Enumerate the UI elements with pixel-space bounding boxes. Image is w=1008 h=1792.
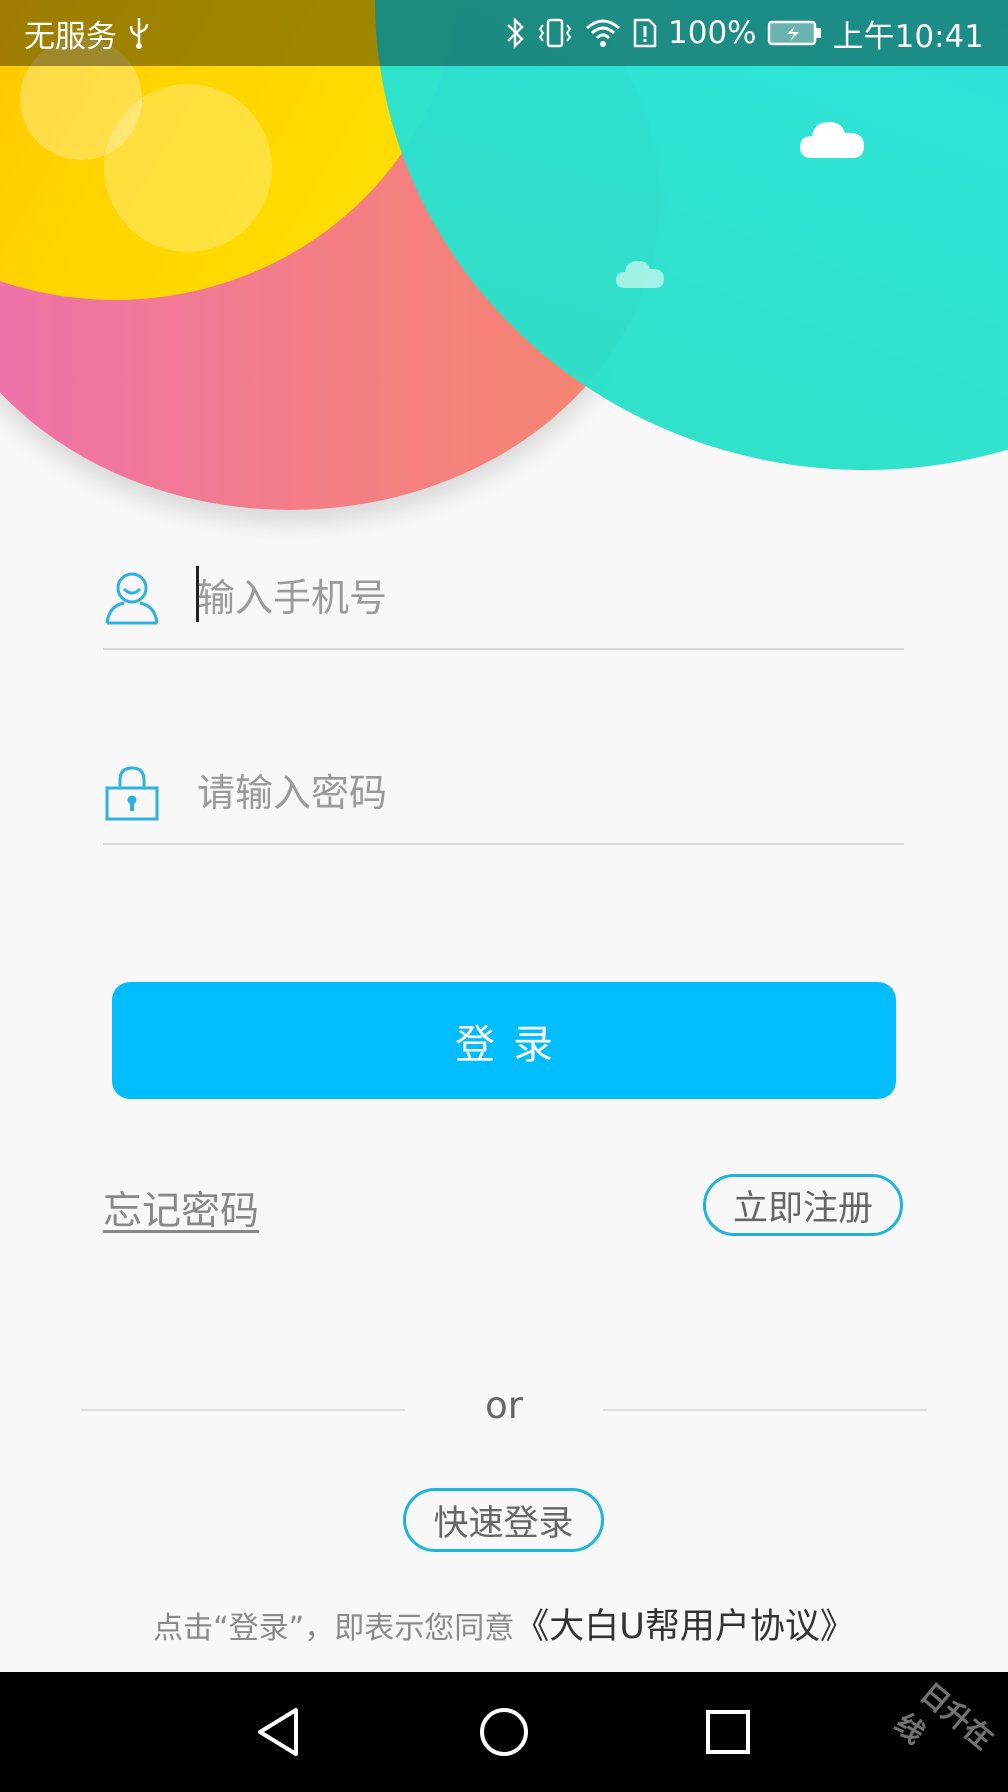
- light-bubble: [104, 84, 272, 252]
- home-button[interactable]: [468, 1696, 540, 1768]
- sim-alert-icon: [633, 18, 657, 48]
- navigation-bar: [0, 1672, 1008, 1792]
- back-button[interactable]: [244, 1696, 316, 1768]
- recent-square-icon: [706, 1710, 750, 1754]
- carrier-text: 无服务: [24, 18, 117, 55]
- user-icon: [103, 569, 161, 627]
- back-triangle-icon: [258, 1708, 298, 1756]
- password-input[interactable]: [197, 771, 847, 815]
- forgot-password-link[interactable]: 忘记密码: [103, 1180, 259, 1236]
- user-agreement-link[interactable]: 《大白U帮用户协议》: [514, 1607, 855, 1647]
- recent-apps-button[interactable]: [692, 1696, 764, 1768]
- or-label: or: [485, 1384, 523, 1427]
- password-field: [103, 743, 904, 845]
- battery-charging-icon: [767, 20, 821, 46]
- battery-percent: 100%: [668, 15, 757, 51]
- status-bar: 无服务 100% 上午10:41: [0, 0, 1008, 66]
- wifi-icon: [586, 19, 621, 47]
- phone-field: [103, 548, 904, 650]
- phone-input[interactable]: [197, 576, 847, 620]
- cloud-icon: [616, 261, 664, 288]
- text-cursor: [196, 566, 199, 622]
- home-circle-icon: [480, 1708, 528, 1756]
- login-button[interactable]: 登录: [112, 982, 896, 1099]
- header-illustration: [0, 0, 1008, 540]
- login-screen: 无服务 100% 上午10:41 输入手机号 登录 忘记密码 立即注册 or 快…: [0, 0, 1008, 1792]
- clock: 上午10:41: [832, 18, 984, 55]
- agreement-prefix: 点击“登录”，即表示您同意: [153, 1611, 515, 1646]
- cloud-icon: [800, 122, 864, 158]
- agreement-text: 点击“登录”，即表示您同意《大白U帮用户协议》: [0, 1598, 1008, 1649]
- lock-icon: [103, 764, 161, 822]
- usb-icon: [129, 18, 149, 49]
- quick-login-button[interactable]: 快速登录: [403, 1488, 604, 1552]
- bluetooth-icon: [507, 16, 524, 50]
- vibrate-icon: [538, 18, 572, 48]
- divider: [603, 1409, 927, 1411]
- register-button[interactable]: 立即注册: [703, 1174, 903, 1236]
